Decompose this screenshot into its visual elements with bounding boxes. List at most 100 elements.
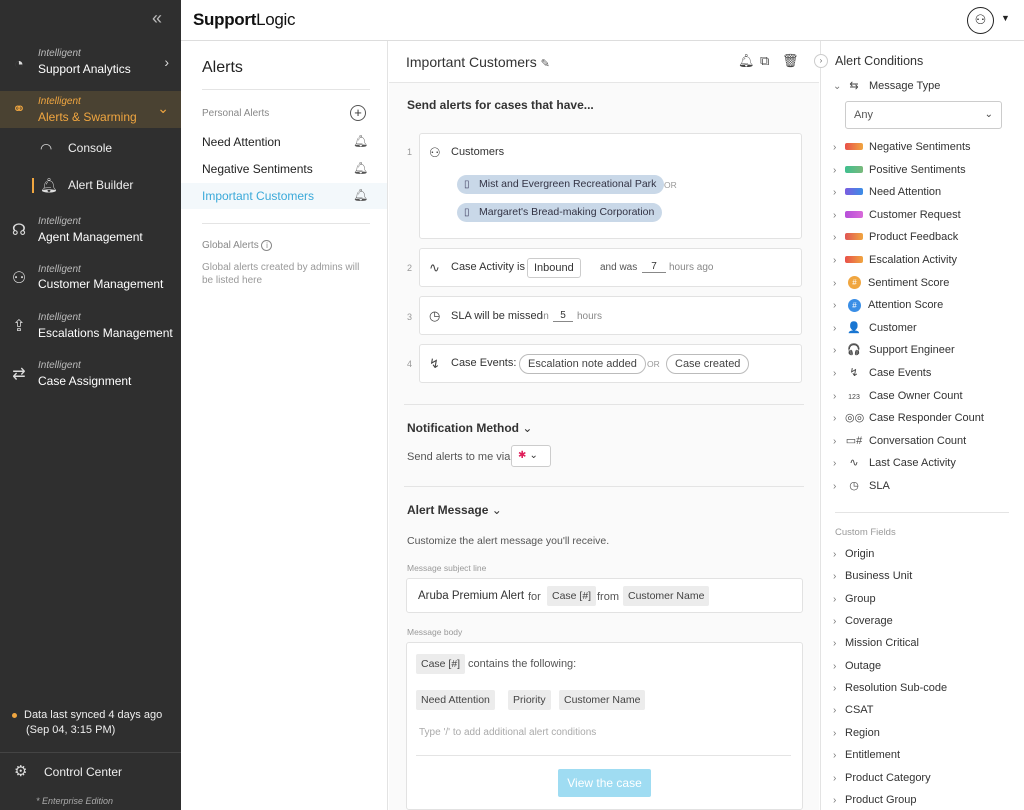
info-icon[interactable]: i xyxy=(261,240,273,251)
divider xyxy=(404,404,804,405)
condition-option[interactable]: › ◎◎ Case Responder Count xyxy=(833,408,984,428)
custom-field-option[interactable]: › Region xyxy=(833,723,880,743)
alert-item-important-customers[interactable]: Important Customers 🔔︎ xyxy=(181,183,387,209)
condition-option[interactable]: › Escalation Activity xyxy=(833,250,957,270)
color-swatch-icon xyxy=(845,210,863,218)
condition-option[interactable]: › Positive Sentiments xyxy=(833,160,966,180)
global-alerts-label: Global Alerts i xyxy=(202,240,273,251)
customer-chip[interactable]: ▯ Mist and Evergreen Recreational Park xyxy=(457,175,665,194)
sub-nav-alert-builder[interactable]: 🔔︎ Alert Builder xyxy=(0,169,181,201)
custom-field-option[interactable]: › Product Group xyxy=(833,790,917,810)
condition-option[interactable]: › ◷ SLA xyxy=(833,476,890,496)
caret-down-icon[interactable]: ▼ xyxy=(1001,13,1010,23)
condition-option[interactable]: › Product Feedback xyxy=(833,227,958,247)
collapse-sidebar-icon[interactable]: « xyxy=(152,8,162,29)
collapse-panel-icon[interactable]: › xyxy=(814,54,828,68)
customer-name-tag[interactable]: Customer Name xyxy=(623,586,710,606)
bell-icon[interactable]: 🔔︎ xyxy=(353,134,368,148)
condition-case-events[interactable]: ↯ Case Events: Escalation note added OR … xyxy=(419,344,802,383)
copy-icon[interactable]: ⧉ xyxy=(760,53,769,69)
chevron-right-icon: › xyxy=(833,209,837,221)
condition-option[interactable]: › ▭# Conversation Count xyxy=(833,431,966,451)
user-avatar-icon[interactable]: ⚇ xyxy=(967,7,994,34)
nav-customer-management[interactable]: ⚇ Intelligent Customer Management xyxy=(0,258,181,304)
hours-input[interactable]: 5 xyxy=(553,310,573,322)
condition-option[interactable]: › Negative Sentiments xyxy=(833,137,971,157)
case-activity-select[interactable]: Inbound xyxy=(527,258,581,278)
hours-input[interactable]: 7 xyxy=(642,261,666,273)
escalation-icon: ⇪ xyxy=(12,318,26,335)
app-logo[interactable]: SupportLogic xyxy=(193,10,296,30)
nav-agent-management[interactable]: ☊ Intelligent Agent Management xyxy=(0,210,181,256)
custom-field-option[interactable]: › Resolution Sub-code xyxy=(833,678,947,698)
bell-icon[interactable]: 🔔︎ xyxy=(353,188,368,202)
color-swatch-icon xyxy=(845,165,863,173)
condition-option-label: Positive Sentiments xyxy=(869,163,966,176)
condition-label: Case Activity is xyxy=(451,261,525,273)
sub-nav-label: Alert Builder xyxy=(68,178,134,192)
control-center-link[interactable]: ⚙ Control Center xyxy=(14,762,122,780)
chevron-right-icon: › xyxy=(833,705,837,717)
custom-field-option[interactable]: › Product Category xyxy=(833,768,931,788)
message-type-select[interactable]: Any ⌄ xyxy=(845,101,1002,129)
case-tag[interactable]: Case [#] xyxy=(547,586,597,606)
channel-select[interactable]: ✱ ⌄ xyxy=(511,445,551,467)
case-tag[interactable]: Case [#] xyxy=(416,654,466,674)
condition-option[interactable]: › Customer Request xyxy=(833,205,961,225)
chevron-right-icon: › xyxy=(833,413,837,425)
body-placeholder[interactable]: Type '/' to add additional alert conditi… xyxy=(419,727,596,738)
subject-field[interactable]: Aruba Premium Alert for Case [#] from Cu… xyxy=(406,578,803,613)
alert-item-negative-sentiments[interactable]: Negative Sentiments 🔔︎ xyxy=(181,156,387,182)
condition-option[interactable]: › ↯ Case Events xyxy=(833,363,931,383)
custom-field-option[interactable]: › Coverage xyxy=(833,611,893,631)
condition-sla[interactable]: ◷ SLA will be missed in 5 hours xyxy=(419,296,802,335)
message-type-toggle[interactable]: ⌄ ⇆ Message Type xyxy=(833,76,940,96)
nav-support-analytics[interactable]: ◔ Intelligent Support Analytics › xyxy=(0,42,181,90)
chevron-down-icon: ⌄ xyxy=(833,81,842,92)
event-chip[interactable]: Case created xyxy=(666,354,750,374)
condition-option[interactable]: › 👤 Customer xyxy=(833,318,917,338)
condition-label: Customers xyxy=(451,146,505,158)
notification-method-toggle[interactable]: Notification Method ⌄ xyxy=(407,421,532,435)
condition-option[interactable]: › # Sentiment Score xyxy=(833,273,949,293)
condition-icon: ▭# xyxy=(845,434,863,447)
custom-field-option[interactable]: › Mission Critical xyxy=(833,633,919,653)
condition-option[interactable]: › ∿ Last Case Activity xyxy=(833,453,956,473)
nav-label-small: Intelligent xyxy=(38,312,81,323)
view-case-button[interactable]: View the case xyxy=(558,769,651,797)
custom-field-option[interactable]: › Entitlement xyxy=(833,745,900,765)
condition-option[interactable]: › # Attention Score xyxy=(833,295,943,315)
add-alert-icon[interactable]: + xyxy=(350,105,366,121)
custom-field-option[interactable]: › CSAT xyxy=(833,700,874,720)
custom-field-option[interactable]: › Business Unit xyxy=(833,566,912,586)
bell-icon[interactable]: 🔔︎ xyxy=(738,53,755,69)
nav-alerts-swarming[interactable]: ⚭ Intelligent Alerts & Swarming ⌄ xyxy=(0,91,181,128)
alert-message-toggle[interactable]: Alert Message ⌄ xyxy=(407,503,502,517)
body-tag[interactable]: Priority xyxy=(508,690,551,710)
custom-field-label: Product Category xyxy=(845,771,931,784)
alert-item-need-attention[interactable]: Need Attention 🔔︎ xyxy=(181,129,387,155)
or-label: OR xyxy=(647,359,660,369)
custom-field-option[interactable]: › Outage xyxy=(833,656,881,676)
custom-field-option[interactable]: › Origin xyxy=(833,544,874,564)
condition-customers[interactable]: ⚇ Customers ▯ Mist and Evergreen Recreati… xyxy=(419,133,802,239)
custom-field-option[interactable]: › Group xyxy=(833,589,876,609)
bell-icon[interactable]: 🔔︎ xyxy=(353,161,368,175)
nav-case-assignment[interactable]: ⇄ Intelligent Case Assignment xyxy=(0,354,181,400)
pencil-icon[interactable]: ✎ xyxy=(541,58,550,70)
topbar: SupportLogic ⚇ ▼ xyxy=(181,0,1024,41)
condition-option[interactable]: › 123 Case Owner Count xyxy=(833,386,963,406)
nav-escalations-management[interactable]: ⇪ Intelligent Escalations Management xyxy=(0,306,181,352)
condition-case-activity[interactable]: ∿ Case Activity is Inbound and was 7 hou… xyxy=(419,248,802,287)
condition-option-label: Escalation Activity xyxy=(869,254,958,266)
condition-option[interactable]: › Need Attention xyxy=(833,182,941,202)
event-chip[interactable]: Escalation note added xyxy=(519,354,646,374)
trash-icon[interactable]: 🗑︎ xyxy=(782,53,799,69)
message-body-field[interactable]: Case [#] contains the following: Need At… xyxy=(406,642,803,810)
sub-nav-console[interactable]: ◠ Console xyxy=(0,132,181,164)
body-tag[interactable]: Customer Name xyxy=(559,690,646,710)
chevron-right-icon: › xyxy=(833,571,837,583)
condition-option[interactable]: › 🎧 Support Engineer xyxy=(833,340,955,360)
body-tag[interactable]: Need Attention xyxy=(416,690,495,710)
customer-chip[interactable]: ▯ Margaret's Bread-making Corporation xyxy=(457,203,663,222)
